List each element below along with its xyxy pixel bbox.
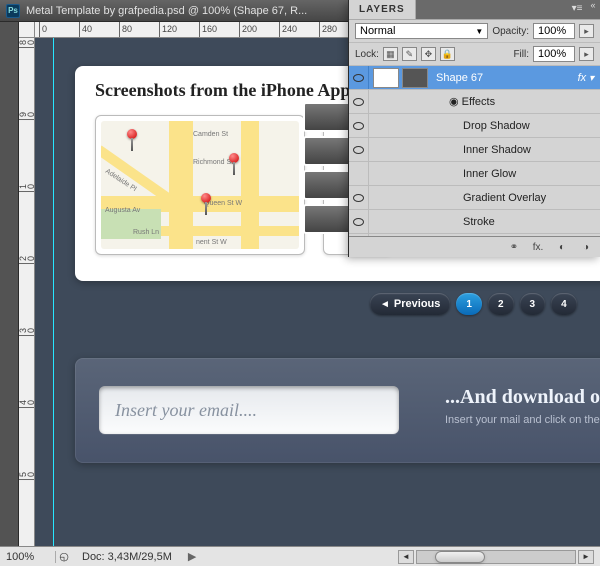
layer-thumb [373,68,399,88]
layer-name[interactable]: Shape 67 [432,72,578,84]
lock-transparent-icon[interactable]: ▦ [383,47,398,61]
layer-panel-footer: ⚭ fx. ◐ ◑ [349,236,600,257]
layer-effects-row[interactable]: ◉ Effects [349,90,600,114]
panel-menu-button[interactable]: ▾≡ [568,0,586,20]
doc-size: Doc: 3,43M/29,5M [72,551,182,563]
layer-effect-row[interactable]: Drop Shadow [349,114,600,138]
opacity-slider-button[interactable]: ▸ [579,24,594,38]
layer-effect-row[interactable]: Stroke [349,210,600,234]
zoom-level[interactable]: 100% [0,551,56,563]
layer-row-selected[interactable]: Shape 67 fx ▾ [349,66,600,90]
pagination: ◄Previous 1 2 3 4 [370,293,577,315]
layer-list: Shape 67 fx ▾ ◉ Effects Drop ShadowInner… [349,66,600,236]
visibility-toggle[interactable] [349,162,369,185]
layer-effect-row[interactable]: Inner Glow [349,162,600,186]
opacity-input[interactable]: 100% [533,23,575,39]
page-1-button[interactable]: 1 [456,293,482,315]
text-layer-icon: T [373,236,399,237]
ruler-origin[interactable] [19,22,35,38]
chevron-left-icon: ◄ [380,299,390,310]
download-heading: ...And download our [445,386,600,409]
blend-mode-select[interactable]: Normal▼ [355,23,488,39]
visibility-toggle[interactable] [349,138,369,161]
map-pin-icon [229,153,239,163]
visibility-toggle[interactable] [349,66,369,89]
screenshot-thumb: Camden St Richmond St Adelaide Pl August… [95,115,305,255]
chevron-down-icon: ▼ [475,27,483,36]
scrollbar-thumb[interactable] [435,551,485,563]
subscribe-band: Insert your email.... ...And download ou… [75,358,600,463]
link-layers-button[interactable]: ⚭ [506,240,522,254]
layer-effect-row[interactable]: Inner Shadow [349,138,600,162]
status-bar: 100% ◵ Doc: 3,43M/29,5M ▶ ◄ ► [0,546,600,566]
visibility-toggle[interactable] [349,210,369,233]
page-2-button[interactable]: 2 [488,293,514,315]
horizontal-scrollbar[interactable] [416,550,576,564]
fill-label: Fill: [513,49,529,60]
map-image: Camden St Richmond St Adelaide Pl August… [101,121,299,249]
scroll-left-button[interactable]: ◄ [398,550,414,564]
download-subtext: Insert your mail and click on the green [445,414,600,426]
panel-collapse-button[interactable]: « [586,0,600,20]
opacity-label: Opacity: [492,26,529,37]
visibility-toggle[interactable] [349,90,369,113]
page-4-button[interactable]: 4 [551,293,577,315]
fill-input[interactable]: 100% [533,46,575,62]
layer-mask-button[interactable]: ◐ [554,240,570,254]
scroll-right-button[interactable]: ► [578,550,594,564]
visibility-toggle[interactable] [349,234,369,236]
visibility-toggle[interactable] [349,114,369,137]
left-toolbar [0,22,19,546]
ruler-vertical[interactable]: 80901020304050 [19,38,35,546]
layer-effect-row[interactable]: Gradient Overlay [349,186,600,210]
guide-line[interactable] [53,38,54,546]
adjustment-layer-button[interactable]: ◑ [578,240,594,254]
photoshop-icon: Ps [6,4,20,18]
lock-label: Lock: [355,49,379,60]
fill-slider-button[interactable]: ▸ [579,47,594,61]
layer-fx-button[interactable]: fx. [530,240,546,254]
previous-button[interactable]: ◄Previous [370,293,450,315]
lock-all-icon[interactable]: 🔒 [440,47,455,61]
lock-move-icon[interactable]: ✥ [421,47,436,61]
page-3-button[interactable]: 3 [520,293,546,315]
status-more-button[interactable]: ▶ [182,550,202,563]
status-menu-icon[interactable]: ◵ [56,550,72,563]
email-input[interactable]: Insert your email.... [99,386,399,434]
layers-tab[interactable]: LAYERS [349,0,416,20]
visibility-toggle[interactable] [349,186,369,209]
lock-paint-icon[interactable]: ✎ [402,47,417,61]
layers-panel: LAYERS ▾≡ « Normal▼ Opacity: 100% ▸ Lock… [348,0,600,257]
window-title: Metal Template by grafpedia.psd @ 100% (… [26,5,307,17]
layer-mask-thumb [402,68,428,88]
map-pin-icon [127,129,137,139]
fx-badge[interactable]: fx ▾ [578,72,600,84]
map-pin-icon [201,193,211,203]
